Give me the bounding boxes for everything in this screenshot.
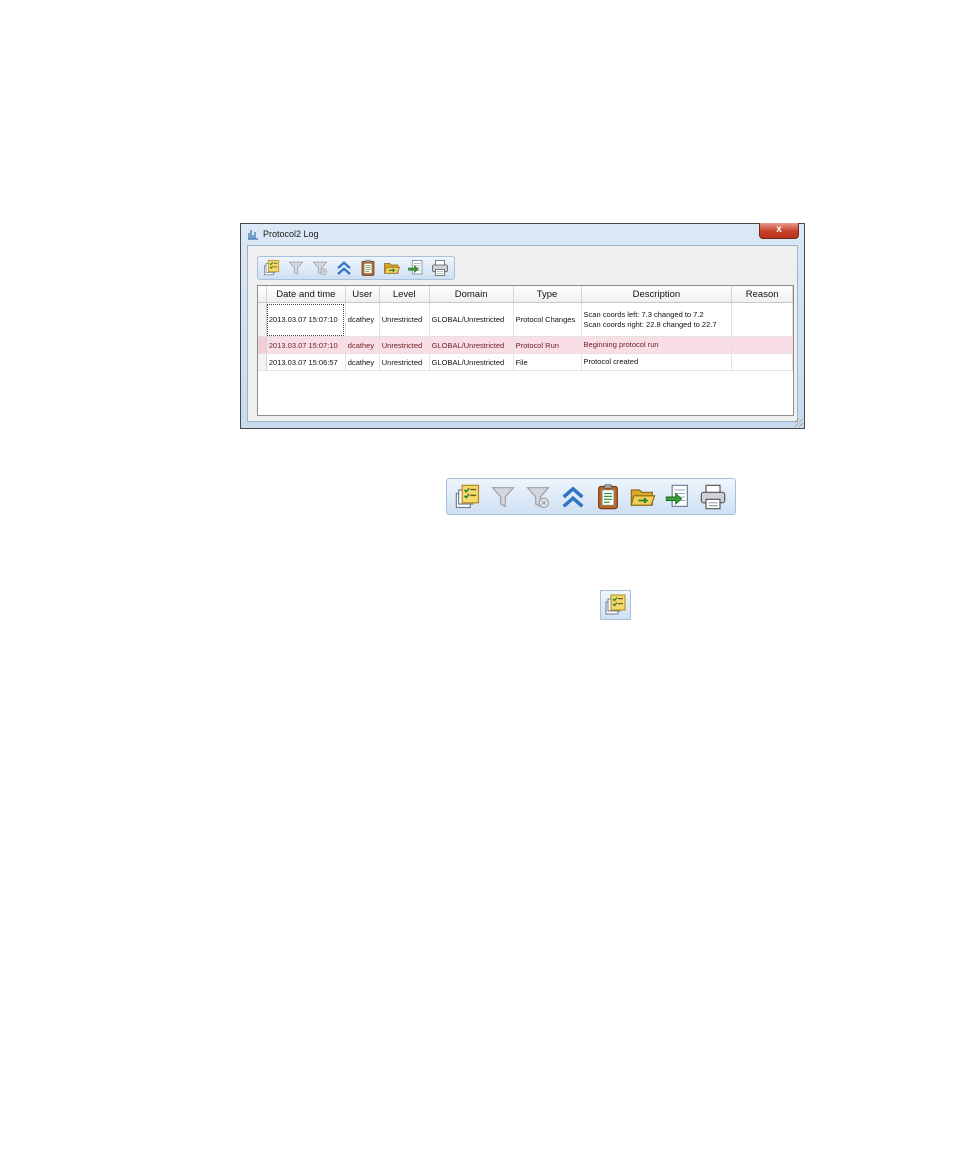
description-line: Beginning protocol run xyxy=(583,340,659,349)
resize-grip[interactable] xyxy=(795,419,803,427)
printer-icon xyxy=(432,260,448,276)
show-log-button-enlarged[interactable] xyxy=(600,590,631,620)
cell-user[interactable]: dcathey xyxy=(345,302,380,337)
export-button[interactable] xyxy=(662,481,694,513)
title-bar[interactable]: Protocol2 Log x xyxy=(241,223,804,244)
chevron-double-up-icon xyxy=(337,261,351,275)
folder-open-icon xyxy=(384,263,401,274)
cell-level[interactable]: Unrestricted xyxy=(379,302,430,337)
row-selector-header xyxy=(258,286,267,303)
filter-button[interactable] xyxy=(285,258,307,278)
print-button[interactable] xyxy=(697,481,729,513)
log-toolbar-enlarged xyxy=(446,478,736,515)
archive-button[interactable] xyxy=(592,481,624,513)
cell-level[interactable]: Unrestricted xyxy=(379,336,430,354)
print-button[interactable] xyxy=(429,258,451,278)
clipboard-icon xyxy=(361,259,375,276)
log-table: Date and time User Level Domain Type Des… xyxy=(257,285,794,416)
chevron-double-up-icon xyxy=(562,486,584,508)
cell-type[interactable]: Protocol Changes xyxy=(513,302,582,337)
log-toolbar xyxy=(257,256,455,280)
filter-button[interactable] xyxy=(487,481,519,513)
filter-icon xyxy=(491,486,515,507)
row-selector[interactable] xyxy=(258,353,267,371)
cell-description[interactable]: Protocol created xyxy=(581,353,733,371)
table-row[interactable]: 2013.03.07 15:07:10 dcathey Unrestricted… xyxy=(258,336,793,354)
description-line: Scan coords right: 22.8 changed to 22.7 xyxy=(583,319,717,329)
column-header-type[interactable]: Type xyxy=(513,286,582,303)
collapse-button[interactable] xyxy=(557,481,589,513)
protocol-app-icon xyxy=(248,230,258,240)
column-header-description[interactable]: Description xyxy=(581,286,733,303)
column-header-domain[interactable]: Domain xyxy=(429,286,514,303)
collapse-button[interactable] xyxy=(333,258,355,278)
table-row[interactable]: 2013.03.07 15:07:10 dcathey Unrestricted… xyxy=(258,302,793,337)
cell-type[interactable]: File xyxy=(513,353,582,371)
cell-domain[interactable]: GLOBAL/Unrestricted xyxy=(429,302,514,337)
log-checklist-icon xyxy=(264,260,280,276)
cell-level[interactable]: Unrestricted xyxy=(379,353,430,371)
show-log-button[interactable] xyxy=(261,258,283,278)
export-icon xyxy=(665,484,688,507)
cell-domain[interactable]: GLOBAL/Unrestricted xyxy=(429,336,514,354)
description-line: Protocol created xyxy=(583,357,639,366)
column-header-level[interactable]: Level xyxy=(379,286,430,303)
close-button[interactable]: x xyxy=(759,223,799,239)
clear-filter-button[interactable] xyxy=(522,481,554,513)
description-line: Scan coords left: 7.3 changed to 7.2 xyxy=(583,309,704,319)
open-folder-button[interactable] xyxy=(381,258,403,278)
column-header-user[interactable]: User xyxy=(345,286,380,303)
log-checklist-icon xyxy=(605,594,625,615)
window-title: Protocol2 Log xyxy=(263,229,319,239)
show-log-button[interactable] xyxy=(452,481,484,513)
cell-reason[interactable] xyxy=(731,302,793,337)
filter-clear-icon xyxy=(312,261,328,276)
archive-button[interactable] xyxy=(357,258,379,278)
cell-domain[interactable]: GLOBAL/Unrestricted xyxy=(429,353,514,371)
filter-icon xyxy=(288,261,304,275)
cell-description[interactable]: Scan coords left: 7.3 changed to 7.2 Sca… xyxy=(581,302,733,337)
cell-reason[interactable] xyxy=(731,336,793,354)
log-checklist-icon xyxy=(455,484,480,508)
window-client-area: Date and time User Level Domain Type Des… xyxy=(247,245,798,422)
clear-filter-button[interactable] xyxy=(309,258,331,278)
column-header-reason[interactable]: Reason xyxy=(731,286,793,303)
cell-reason[interactable] xyxy=(731,353,793,371)
cell-date[interactable]: 2013.03.07 15:07:10 xyxy=(266,302,346,337)
folder-open-icon xyxy=(630,488,656,506)
table-header-row: Date and time User Level Domain Type Des… xyxy=(258,286,793,303)
cell-user[interactable]: dcathey xyxy=(345,336,380,354)
row-selector[interactable] xyxy=(258,302,267,337)
cell-type[interactable]: Protocol Run xyxy=(513,336,582,354)
clipboard-icon xyxy=(598,483,618,509)
column-header-date[interactable]: Date and time xyxy=(266,286,346,303)
table-row[interactable]: 2013.03.07 15:06:57 dcathey Unrestricted… xyxy=(258,353,793,371)
row-selector[interactable] xyxy=(258,336,267,354)
cell-user[interactable]: dcathey xyxy=(345,353,380,371)
cell-date[interactable]: 2013.03.07 15:07:10 xyxy=(266,336,346,354)
open-folder-button[interactable] xyxy=(627,481,659,513)
printer-icon xyxy=(700,484,726,509)
protocol-log-window: Protocol2 Log x Date and time User Level… xyxy=(240,223,805,429)
filter-clear-icon xyxy=(526,486,550,508)
export-icon xyxy=(408,260,423,275)
cell-date[interactable]: 2013.03.07 15:06:57 xyxy=(266,353,346,371)
cell-description[interactable]: Beginning protocol run xyxy=(581,336,733,354)
export-button[interactable] xyxy=(405,258,427,278)
